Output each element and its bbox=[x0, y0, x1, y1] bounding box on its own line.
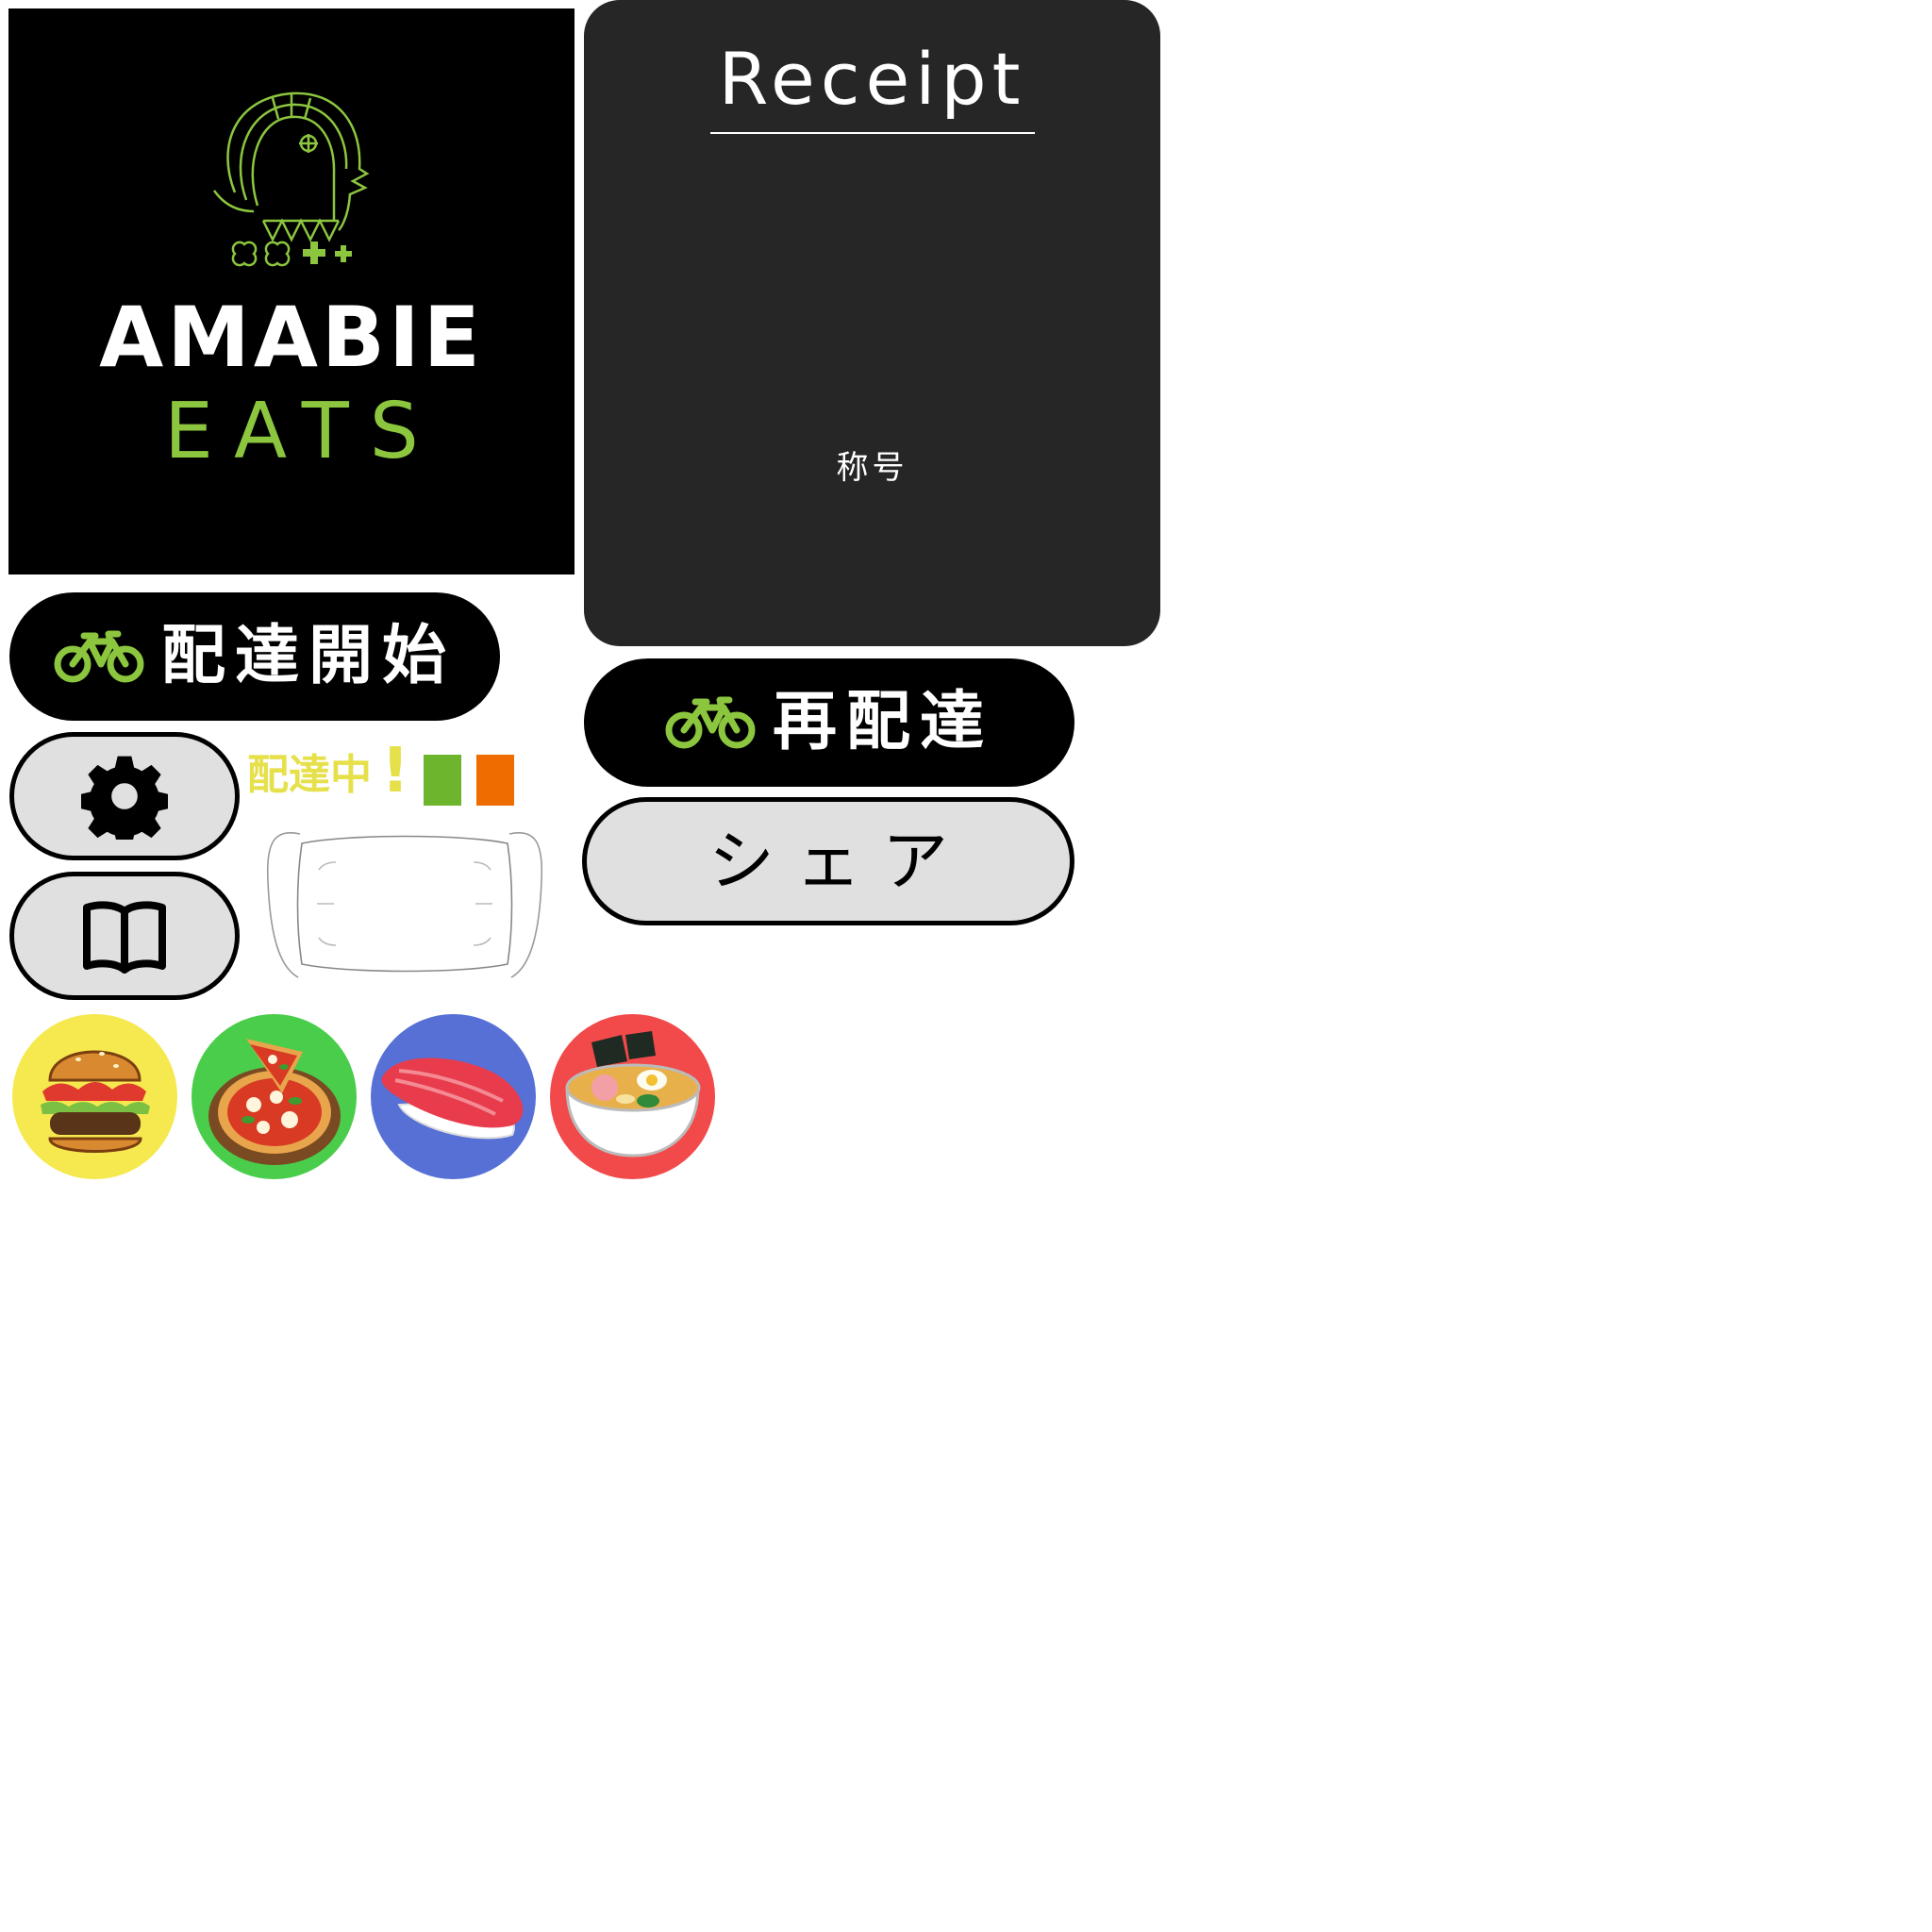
status-color-swatch-orange bbox=[476, 755, 514, 806]
amabie-mark-icon bbox=[212, 92, 370, 267]
status-color-swatch-green bbox=[424, 755, 461, 806]
redeliver-label: 再配達 bbox=[772, 685, 993, 759]
bicycle-icon bbox=[665, 696, 756, 749]
logo-panel: AMABIE EATS bbox=[8, 8, 575, 575]
logo-title-amabie: AMABIE bbox=[99, 289, 484, 386]
share-label: シェア bbox=[708, 823, 969, 900]
hamburger-icon bbox=[41, 1050, 150, 1153]
receipt-title: Receipt bbox=[718, 37, 1026, 121]
food-sushi[interactable] bbox=[371, 1014, 536, 1179]
guide-book-button[interactable] bbox=[9, 872, 240, 1000]
delivering-status-exclaim: ! bbox=[381, 734, 410, 807]
food-hamburger[interactable] bbox=[12, 1014, 177, 1179]
logo-title-eats: EATS bbox=[164, 387, 440, 476]
delivering-status-label: 配達中 bbox=[247, 751, 372, 799]
face-mask-icon bbox=[266, 832, 543, 978]
redeliver-button[interactable]: 再配達 bbox=[584, 658, 1074, 787]
settings-button[interactable] bbox=[9, 732, 240, 860]
start-delivery-label: 配達開始 bbox=[160, 619, 456, 693]
receipt-rank-caption: 称号 bbox=[836, 449, 908, 487]
share-button[interactable]: シェア bbox=[582, 797, 1074, 925]
gear-icon bbox=[81, 756, 168, 840]
bicycle-icon bbox=[54, 630, 144, 683]
ramen-icon bbox=[565, 1031, 701, 1158]
receipt-panel: Receipt 称号 bbox=[584, 0, 1160, 646]
book-icon bbox=[83, 901, 166, 974]
receipt-title-underline bbox=[710, 132, 1035, 134]
sprite-sheet: AMABIE EATS Receipt 称号 配達開始 再配達 シェア 配達中 … bbox=[0, 0, 1932, 1932]
food-ramen[interactable] bbox=[550, 1014, 715, 1179]
start-delivery-button[interactable]: 配達開始 bbox=[9, 592, 500, 721]
sushi-icon bbox=[381, 1058, 524, 1140]
food-pizza[interactable] bbox=[192, 1014, 357, 1179]
pizza-icon bbox=[208, 1039, 341, 1165]
